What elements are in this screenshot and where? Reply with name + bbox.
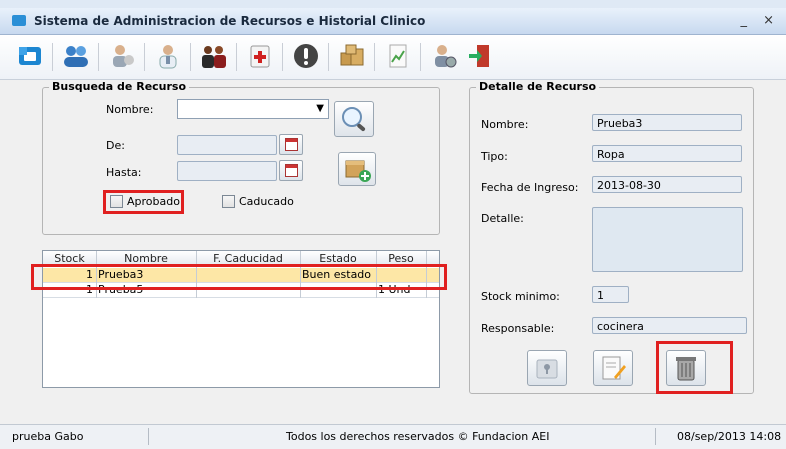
report-icon[interactable] (382, 40, 414, 72)
title-bar: Sistema de Administracion de Recursos e … (0, 8, 786, 35)
assign-resource-button[interactable] (527, 350, 567, 386)
toolbar-separator (236, 43, 237, 71)
toolbar-separator (190, 43, 191, 71)
window-title: Sistema de Administracion de Recursos e … (34, 14, 426, 28)
hasta-label: Hasta: (106, 166, 142, 179)
highlight-delete-button (656, 341, 733, 394)
detail-nombre-field[interactable]: Prueba3 (592, 114, 742, 131)
status-bar: prueba Gabo Todos los derechos reservado… (0, 424, 786, 449)
chevron-down-icon: ▼ (316, 103, 324, 114)
highlight-aprobado (103, 190, 184, 214)
users-group-icon[interactable] (60, 40, 92, 72)
de-calendar-button[interactable] (279, 134, 303, 155)
home-icon[interactable] (14, 40, 46, 72)
boxes-icon[interactable] (336, 40, 368, 72)
row-divider (43, 297, 439, 298)
detail-fecha-field[interactable]: 2013-08-30 (592, 176, 742, 193)
status-datetime: 08/sep/2013 14:08 (677, 430, 782, 443)
toolbar-separator (52, 43, 53, 71)
toolbar-separator (420, 43, 421, 71)
toolbar (0, 35, 786, 80)
highlight-selected-row (31, 264, 447, 290)
detail-stock-label: Stock minimo: (481, 290, 560, 303)
caducado-checkbox[interactable]: Caducado (222, 195, 294, 208)
search-icon (342, 107, 366, 132)
exit-door-icon[interactable] (464, 40, 496, 72)
detail-fecha-label: Fecha de Ingreso: (481, 181, 579, 194)
toolbar-separator (144, 43, 145, 71)
detail-tipo-label: Tipo: (481, 150, 508, 163)
status-user: prueba Gabo (12, 430, 84, 443)
box-add-icon (345, 160, 371, 182)
status-separator (655, 428, 656, 445)
calendar-icon (285, 138, 298, 151)
search-button[interactable] (334, 101, 374, 137)
toolbar-separator (282, 43, 283, 71)
status-copyright: Todos los derechos reservados © Fundacio… (286, 430, 550, 443)
edit-resource-button[interactable] (593, 350, 633, 386)
detail-tipo-field[interactable]: Ropa (592, 145, 742, 162)
hasta-calendar-button[interactable] (279, 160, 303, 181)
detail-responsable-label: Responsable: (481, 322, 555, 335)
nombre-combobox[interactable]: ▼ (177, 99, 329, 119)
detail-detalle-label: Detalle: (481, 212, 524, 225)
de-label: De: (106, 139, 125, 152)
search-panel-legend: Busqueda de Recurso (49, 80, 190, 93)
user-settings-icon[interactable] (428, 40, 460, 72)
key-lock-icon (536, 359, 558, 379)
calendar-icon (285, 164, 298, 177)
status-separator (148, 428, 149, 445)
app-icon (12, 15, 26, 26)
detail-panel-legend: Detalle de Recurso (476, 80, 600, 93)
de-date-field[interactable] (177, 135, 277, 155)
edit-note-icon (602, 356, 626, 380)
alert-icon[interactable] (290, 40, 322, 72)
hasta-date-field[interactable] (177, 161, 277, 181)
user-assign-icon[interactable] (106, 40, 138, 72)
detail-detalle-textarea[interactable] (592, 207, 743, 272)
caducado-label: Caducado (239, 195, 294, 208)
toolbar-separator (98, 43, 99, 71)
nombre-label: Nombre: (106, 103, 154, 116)
add-resource-button[interactable] (338, 152, 376, 186)
detail-nombre-label: Nombre: (481, 118, 529, 131)
window-controls[interactable]: _ × (740, 13, 780, 28)
toolbar-separator (374, 43, 375, 71)
medical-kit-icon[interactable] (244, 40, 276, 72)
detail-responsable-field[interactable]: cocinera (592, 317, 747, 334)
caducado-checkbox-box (222, 195, 235, 208)
toolbar-separator (328, 43, 329, 71)
family-icon[interactable] (198, 40, 230, 72)
doctor-icon[interactable] (152, 40, 184, 72)
detail-stock-field[interactable]: 1 (592, 286, 629, 303)
